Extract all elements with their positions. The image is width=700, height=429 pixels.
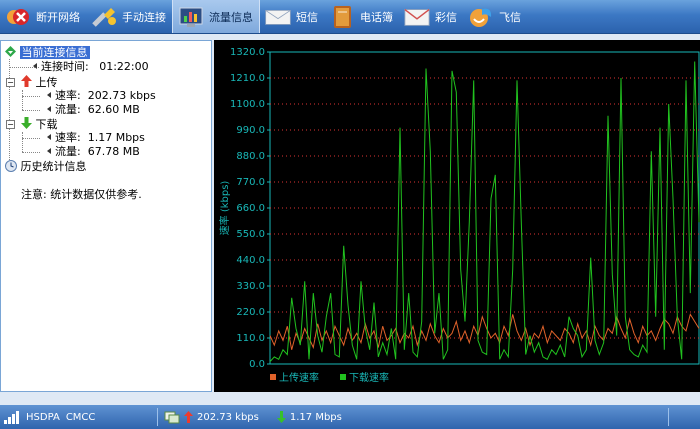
conn-time-label: 连接时间: — [41, 60, 89, 73]
clock-icon — [5, 160, 17, 172]
tree-item-upload-rate[interactable]: 速率: 202.73 kbps — [47, 89, 156, 103]
download-arrow-icon — [21, 117, 32, 129]
rate-label: 速率: — [55, 131, 81, 144]
tree-item-current-connection[interactable]: 当前连接信息 — [5, 46, 90, 60]
toolbar-label: 彩信 — [435, 10, 457, 24]
collapse-upload-toggle[interactable]: − — [6, 78, 15, 87]
status-download-rate: 1.17 Mbps — [289, 411, 342, 423]
rate-label: 速率: — [55, 89, 81, 102]
download-arrow-icon — [276, 411, 286, 423]
tree-item-label: 当前连接信息 — [19, 46, 90, 59]
tree-item-upload-traffic[interactable]: 流量: 62.60 MB — [47, 103, 140, 117]
manual-connect-button[interactable]: 手动连接 — [86, 0, 172, 33]
y-tick-label: 220.0 — [236, 307, 265, 318]
signal-strength-icon — [4, 410, 19, 424]
traffic-info-icon — [177, 4, 205, 30]
toolbar: 断开网络 手动连接 流量信息 短信 电话簿 彩信 飞信 — [0, 0, 700, 34]
download-rate-value: 1.17 Mbps — [87, 131, 145, 144]
traffic-label: 流量: — [55, 145, 81, 158]
network-activity-icon — [164, 411, 180, 424]
y-tick-label: 990.0 — [236, 125, 265, 136]
connection-info-tree: 当前连接信息 连接时间: 01:22:00 − 上传 速率: 202.73 kb… — [0, 40, 212, 392]
bullet-icon — [47, 134, 51, 140]
y-tick-label: 1100.0 — [230, 99, 265, 110]
operator-name: CMCC — [65, 411, 96, 423]
toolbar-label: 电话簿 — [360, 10, 393, 24]
tree-item-upload[interactable]: 上传 — [21, 75, 58, 89]
legend-label: 下载速率 — [349, 371, 389, 384]
tree-item-label: 历史统计信息 — [20, 160, 87, 173]
y-axis-label: 速率 (kbps) — [218, 181, 231, 236]
disclaimer-note: 注意: 统计数据仅供参考. — [21, 188, 142, 201]
y-tick-label: 550.0 — [236, 229, 265, 240]
toolbar-label: 手动连接 — [122, 10, 166, 24]
phonebook-button[interactable]: 电话簿 — [324, 0, 399, 33]
legend-swatch — [270, 374, 276, 380]
bullet-icon — [47, 106, 51, 112]
y-tick-label: 1320.0 — [230, 47, 265, 58]
y-tick-label: 440.0 — [236, 255, 265, 266]
tree-item-label: 上传 — [35, 76, 58, 89]
tree-item-label: 下载 — [35, 118, 58, 131]
download-traffic-value: 67.78 MB — [87, 145, 140, 158]
traffic-chart-panel: 0.0 110.0 220.0 330.0 440.0 550.0 660.0 770.0 88… — [214, 40, 700, 392]
disconnect-icon — [4, 4, 32, 30]
toolbar-label: 断开网络 — [36, 10, 80, 24]
tree-item-connection-time[interactable]: 连接时间: 01:22:00 — [33, 60, 149, 74]
y-tick-label: 770.0 — [236, 177, 265, 188]
status-bar: HSDPA CMCC 202.73 kbps 1.17 Mbps — [0, 405, 700, 429]
sms-icon — [264, 4, 292, 30]
upload-status: 202.73 kbps 1.17 Mbps — [164, 405, 342, 429]
status-divider — [157, 408, 158, 426]
sms-button[interactable]: 短信 — [260, 0, 324, 33]
toolbar-label: 流量信息 — [209, 10, 253, 24]
network-type: HSDPA — [26, 411, 60, 423]
bullet-icon — [47, 148, 51, 154]
collapse-download-toggle[interactable]: − — [6, 120, 15, 129]
conn-time-value: 01:22:00 — [99, 60, 149, 73]
status-upload-rate: 202.73 kbps — [197, 411, 259, 423]
upload-arrow-icon — [21, 75, 32, 87]
manual-connect-icon — [90, 4, 118, 30]
fetion-icon — [467, 4, 495, 30]
tree-item-download[interactable]: 下载 — [21, 117, 58, 131]
y-tick-label: 1210.0 — [230, 73, 265, 84]
tree-item-download-traffic[interactable]: 流量: 67.78 MB — [47, 145, 140, 159]
network-status: HSDPA CMCC — [4, 405, 95, 429]
bullet-icon — [33, 63, 37, 69]
upload-arrow-icon — [184, 411, 193, 423]
status-divider — [668, 408, 669, 426]
toolbar-label: 短信 — [296, 10, 318, 24]
traffic-info-button[interactable]: 流量信息 — [172, 0, 260, 33]
tree-item-download-rate[interactable]: 速率: 1.17 Mbps — [47, 131, 145, 145]
fetion-button[interactable]: 飞信 — [463, 0, 527, 33]
toolbar-label: 飞信 — [499, 10, 521, 24]
disconnect-button[interactable]: 断开网络 — [0, 0, 86, 33]
traffic-chart: 0.0 110.0 220.0 330.0 440.0 550.0 660.0 770.0 88… — [218, 47, 700, 384]
y-tick-label: 880.0 — [236, 151, 265, 162]
bullet-icon — [47, 92, 51, 98]
y-tick-label: 660.0 — [236, 203, 265, 214]
legend-label: 上传速率 — [279, 371, 319, 384]
y-tick-label: 330.0 — [236, 281, 265, 292]
upload-rate-value: 202.73 kbps — [87, 89, 156, 102]
traffic-label: 流量: — [55, 103, 81, 116]
tree-item-history[interactable]: 历史统计信息 — [5, 160, 87, 174]
current-connection-icon — [5, 46, 16, 57]
y-tick-label: 0.0 — [249, 359, 265, 370]
phonebook-icon — [328, 4, 356, 30]
mms-icon — [403, 4, 431, 30]
legend-swatch — [340, 374, 346, 380]
y-tick-label: 110.0 — [236, 333, 265, 344]
upload-traffic-value: 62.60 MB — [87, 103, 140, 116]
mms-button[interactable]: 彩信 — [399, 0, 463, 33]
